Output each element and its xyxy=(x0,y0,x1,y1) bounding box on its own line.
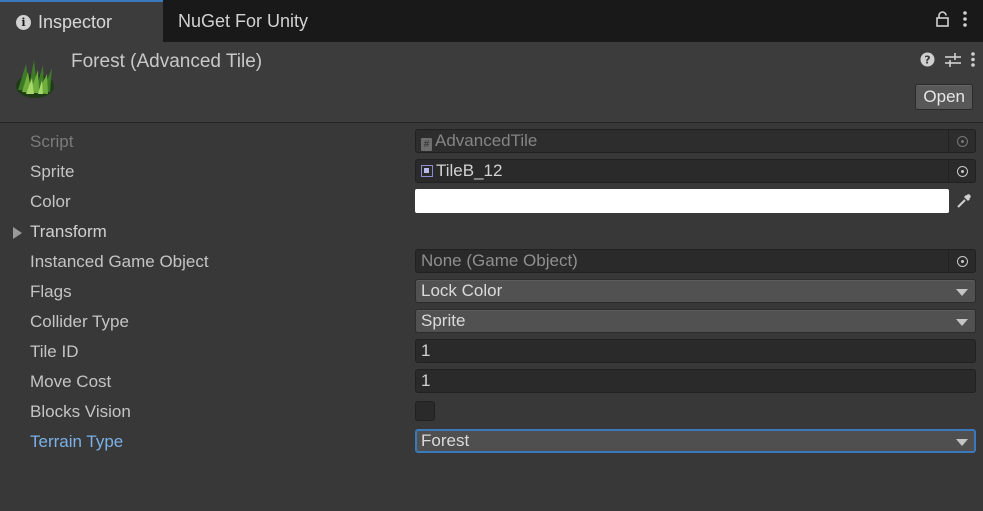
inspector-header: Forest (Advanced Tile) ? Open xyxy=(0,42,983,122)
color-swatch-field[interactable] xyxy=(415,189,949,213)
header-kebab-menu-icon[interactable] xyxy=(971,52,975,72)
chevron-down-icon xyxy=(956,289,968,296)
help-icon[interactable]: ? xyxy=(920,52,935,72)
script-label: Script xyxy=(30,132,74,151)
property-row-tile-id: Tile ID 1 xyxy=(0,337,983,367)
terrain-type-label: Terrain Type xyxy=(30,432,124,451)
property-row-move-cost: Move Cost 1 xyxy=(0,367,983,397)
property-row-transform[interactable]: Transform xyxy=(0,217,983,247)
tab-nuget-for-unity[interactable]: NuGet For Unity xyxy=(163,0,308,42)
instanced-game-object-label: Instanced Game Object xyxy=(30,252,209,271)
terrain-type-value: Forest xyxy=(421,431,470,450)
tab-nuget-label: NuGet For Unity xyxy=(178,10,309,31)
script-icon: # xyxy=(421,138,432,151)
transform-label[interactable]: Transform xyxy=(30,222,107,242)
sprite-object-picker-icon[interactable] xyxy=(948,160,975,182)
script-value: AdvancedTile xyxy=(435,131,538,150)
property-row-script: Script # AdvancedTile xyxy=(0,127,983,157)
property-row-sprite: Sprite TileB_12 xyxy=(0,157,983,187)
instanced-game-object-field[interactable]: None (Game Object) xyxy=(415,249,976,273)
header-divider xyxy=(0,122,983,123)
flags-value: Lock Color xyxy=(421,281,503,300)
tab-menu-kebab-icon[interactable] xyxy=(963,11,967,27)
preset-icon[interactable] xyxy=(945,52,961,72)
chevron-down-icon xyxy=(956,319,968,326)
svg-text:?: ? xyxy=(924,54,930,67)
tab-inspector[interactable]: i Inspector xyxy=(0,0,163,42)
chevron-down-icon xyxy=(956,439,968,446)
sprite-label: Sprite xyxy=(30,162,75,181)
property-row-blocks-vision: Blocks Vision xyxy=(0,397,983,427)
tile-id-input[interactable]: 1 xyxy=(415,339,976,363)
flags-label: Flags xyxy=(30,282,72,301)
foldout-arrow-icon[interactable] xyxy=(13,227,22,239)
flags-dropdown[interactable]: Lock Color xyxy=(415,279,976,303)
object-title: Forest (Advanced Tile) xyxy=(71,51,263,72)
collider-type-value: Sprite xyxy=(421,311,466,330)
sprite-value: TileB_12 xyxy=(436,161,503,180)
info-icon: i xyxy=(16,14,31,30)
script-object-picker-icon xyxy=(948,130,975,152)
lock-icon[interactable] xyxy=(936,11,949,27)
instanced-game-object-value: None (Game Object) xyxy=(421,251,578,270)
property-row-terrain-type: Terrain Type Forest xyxy=(0,427,983,457)
tile-asset-icon xyxy=(12,56,58,102)
property-row-collider-type: Collider Type Sprite xyxy=(0,307,983,337)
sprite-field[interactable]: TileB_12 xyxy=(415,159,976,183)
collider-type-dropdown[interactable]: Sprite xyxy=(415,309,976,333)
move-cost-label: Move Cost xyxy=(30,372,112,391)
tab-inspector-label: Inspector xyxy=(38,11,113,32)
property-row-color: Color xyxy=(0,187,983,217)
tab-bar: i Inspector NuGet For Unity xyxy=(0,0,983,42)
tile-id-label: Tile ID xyxy=(30,342,79,361)
move-cost-input[interactable]: 1 xyxy=(415,369,976,393)
collider-type-label: Collider Type xyxy=(30,312,129,331)
script-field: # AdvancedTile xyxy=(415,129,976,153)
property-row-flags: Flags Lock Color xyxy=(0,277,983,307)
sprite-icon xyxy=(421,165,433,177)
color-label: Color xyxy=(30,192,71,211)
open-button[interactable]: Open xyxy=(915,84,973,110)
game-object-picker-icon[interactable] xyxy=(948,250,975,272)
eyedropper-icon[interactable] xyxy=(951,189,976,213)
property-row-instanced-game-object: Instanced Game Object None (Game Object) xyxy=(0,247,983,277)
terrain-type-dropdown[interactable]: Forest xyxy=(415,429,976,453)
blocks-vision-label: Blocks Vision xyxy=(30,402,131,421)
blocks-vision-checkbox[interactable] xyxy=(415,401,435,421)
